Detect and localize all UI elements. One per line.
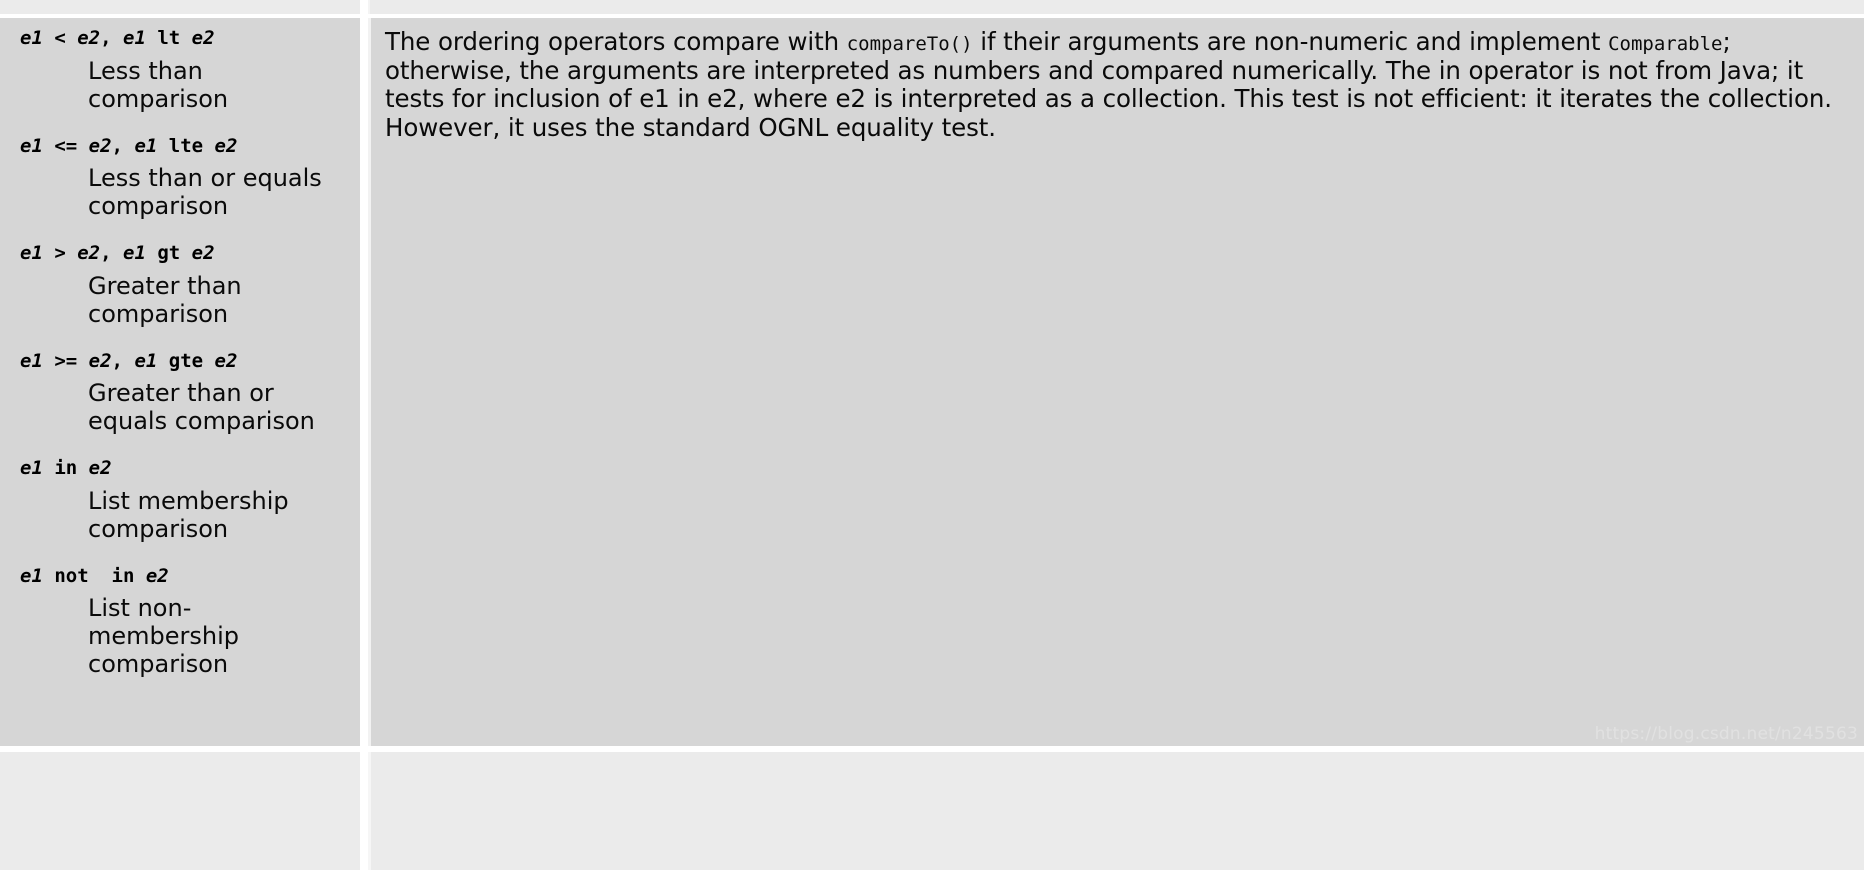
terms-column: e1 < e2, e1 lt e2 Less than comparison e… [0, 18, 360, 746]
term-variable: e1 [123, 27, 146, 49]
description-paragraph: The ordering operators compare with comp… [385, 27, 1850, 143]
inline-code-compareto: compareTo() [846, 33, 973, 55]
next-row-description-cell [368, 752, 1864, 870]
term-variable: e1 [134, 349, 158, 372]
term-variable: e2 [88, 349, 112, 372]
term-variable: e1 [20, 134, 43, 157]
term-operator: < [42, 27, 78, 49]
term-operator: gte [157, 349, 215, 372]
term-variable: e1 [134, 134, 158, 157]
term-variable: e2 [77, 27, 101, 49]
next-row-column-gap [360, 752, 368, 870]
term-operator: >= [42, 349, 89, 372]
term-operator: <= [42, 134, 89, 157]
operator-term: e1 not in e2 [0, 564, 360, 588]
inline-code-comparable: Comparable [1608, 33, 1723, 55]
term-variable: e2 [77, 242, 101, 264]
next-row-partial [0, 752, 1864, 870]
term-variable: e2 [88, 457, 112, 479]
operator-term: e1 <= e2, e1 lte e2 [0, 134, 360, 158]
operator-definition: Greater than comparison [88, 271, 242, 328]
operator-definition: Less than or equals comparison [88, 164, 322, 221]
operator-definition-list: e1 < e2, e1 lt e2 Less than comparison e… [0, 27, 360, 685]
description-column: The ordering operators compare with comp… [368, 18, 1864, 746]
previous-row-description-cell [368, 0, 1864, 14]
term-variable: e2 [191, 27, 215, 49]
term-operator: lte [157, 134, 215, 157]
previous-row-term-cell [0, 0, 368, 14]
term-operator: > [42, 242, 78, 264]
operator-definition: Greater than or equals comparison [88, 379, 315, 436]
term-variable: e2 [214, 349, 238, 372]
reference-table-page: e1 < e2, e1 lt e2 Less than comparison e… [0, 0, 1864, 870]
term-variable: e2 [191, 242, 215, 264]
next-row-term-cell [0, 752, 360, 870]
term-variable: e1 [123, 242, 146, 264]
description-text-segment: The ordering operators compare with [385, 27, 847, 56]
term-variable: e1 [20, 564, 43, 587]
description-text-segment: if their arguments are non-numeric and i… [972, 27, 1609, 56]
table-row: e1 < e2, e1 lt e2 Less than comparison e… [0, 18, 1864, 746]
column-gap [360, 18, 368, 746]
term-variable: e2 [145, 564, 169, 587]
operator-term: e1 > e2, e1 gt e2 [0, 242, 360, 265]
term-separator: , [100, 242, 123, 264]
operator-term: e1 >= e2, e1 gte e2 [0, 349, 360, 373]
term-variable: e1 [20, 457, 43, 479]
term-operator: lt [145, 27, 192, 49]
term-variable: e1 [20, 27, 43, 49]
term-variable: e1 [20, 242, 43, 264]
term-separator: , [100, 27, 123, 49]
term-operator: not in [42, 564, 146, 587]
operator-term: e1 < e2, e1 lt e2 [0, 27, 360, 50]
term-operator: in [42, 457, 89, 479]
operator-definition: Less than comparison [88, 56, 229, 113]
term-operator: gt [145, 242, 192, 264]
watermark-text: https://blog.csdn.net/n245563 [1594, 724, 1858, 744]
operator-term: e1 in e2 [0, 457, 360, 480]
operator-definition: List membership comparison [88, 486, 289, 543]
previous-row-partial [0, 0, 1864, 14]
term-separator: , [111, 349, 135, 372]
term-variable: e2 [214, 134, 238, 157]
term-variable: e2 [88, 134, 112, 157]
term-variable: e1 [20, 349, 43, 372]
operator-definition: List non-membership comparison [88, 594, 240, 678]
term-separator: , [111, 134, 135, 157]
